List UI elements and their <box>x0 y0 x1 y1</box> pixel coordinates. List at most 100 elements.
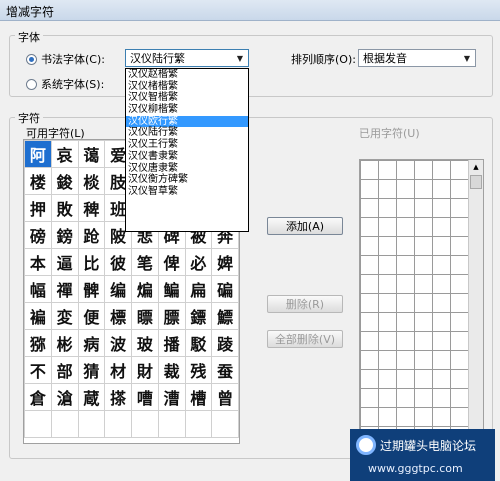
char-cell[interactable]: 蚕 <box>211 356 239 384</box>
used-cell[interactable] <box>360 179 379 199</box>
add-button[interactable]: 添加(A) <box>267 217 343 235</box>
char-cell[interactable]: 倉 <box>24 383 52 411</box>
used-cell[interactable] <box>414 255 433 275</box>
char-cell[interactable]: 猜 <box>77 356 106 384</box>
used-cell[interactable] <box>414 350 433 370</box>
font-option[interactable]: 汉仪赵楷繁 <box>126 69 248 81</box>
font-option[interactable]: 汉仪衡方碑繁 <box>126 174 248 186</box>
used-cell[interactable] <box>360 331 379 351</box>
used-cell[interactable] <box>450 293 469 313</box>
char-cell[interactable]: 膘 <box>157 302 186 330</box>
char-cell[interactable]: 変 <box>50 302 79 330</box>
char-cell[interactable] <box>24 410 52 438</box>
char-cell[interactable]: 玻 <box>131 329 159 357</box>
used-cell[interactable] <box>414 331 433 351</box>
char-cell[interactable]: 蔵 <box>77 383 106 411</box>
char-cell[interactable]: 棪 <box>77 167 106 195</box>
used-cell[interactable] <box>360 255 379 275</box>
used-cell[interactable] <box>396 198 415 218</box>
used-cell[interactable] <box>414 236 433 256</box>
char-cell[interactable]: 彼 <box>104 248 132 276</box>
used-cell[interactable] <box>432 407 451 427</box>
calligraphy-font-combo[interactable]: 汉仪陆行繁 ▼ <box>125 49 249 67</box>
used-cell[interactable] <box>378 312 397 332</box>
used-cell[interactable] <box>432 293 451 313</box>
used-cell[interactable] <box>378 388 397 408</box>
char-cell[interactable]: 髀 <box>77 275 106 303</box>
used-cell[interactable] <box>378 407 397 427</box>
used-cell[interactable] <box>378 274 397 294</box>
char-cell[interactable]: 必 <box>184 248 213 276</box>
used-cell[interactable] <box>414 293 433 313</box>
used-cell[interactable] <box>432 312 451 332</box>
char-cell[interactable]: 碥 <box>211 275 239 303</box>
char-cell[interactable]: 鰾 <box>211 302 239 330</box>
used-cell[interactable] <box>396 274 415 294</box>
char-cell[interactable]: 駁 <box>184 329 213 357</box>
used-cell[interactable] <box>360 236 379 256</box>
calligraphy-font-radio[interactable]: 书法字体(C): <box>26 51 105 67</box>
char-cell[interactable]: 煸 <box>131 275 159 303</box>
used-cell[interactable] <box>360 350 379 370</box>
char-cell[interactable]: 瞟 <box>131 302 159 330</box>
used-cell[interactable] <box>378 179 397 199</box>
used-cell[interactable] <box>450 198 469 218</box>
used-cell[interactable] <box>396 350 415 370</box>
used-cell[interactable] <box>414 179 433 199</box>
char-cell[interactable]: 禪 <box>50 275 79 303</box>
char-cell[interactable]: 逼 <box>50 248 79 276</box>
used-cell[interactable] <box>432 369 451 389</box>
char-cell[interactable] <box>211 410 239 438</box>
used-cell[interactable] <box>378 331 397 351</box>
used-cell[interactable] <box>432 388 451 408</box>
char-cell[interactable]: 猕 <box>24 329 52 357</box>
char-cell[interactable]: 敗 <box>50 194 79 222</box>
used-cell[interactable] <box>432 179 451 199</box>
char-cell[interactable] <box>157 410 186 438</box>
used-cell[interactable] <box>360 407 379 427</box>
char-cell[interactable]: 槽 <box>184 383 213 411</box>
used-cell[interactable] <box>360 293 379 313</box>
char-cell[interactable]: 磅 <box>24 221 52 249</box>
used-cell[interactable] <box>360 369 379 389</box>
used-cell[interactable] <box>396 331 415 351</box>
used-cell[interactable] <box>396 255 415 275</box>
used-cell[interactable] <box>378 236 397 256</box>
used-cell[interactable] <box>450 160 469 180</box>
char-cell[interactable]: 婢 <box>211 248 239 276</box>
char-cell[interactable]: 俾 <box>157 248 186 276</box>
char-cell[interactable]: 財 <box>131 356 159 384</box>
font-option[interactable]: 汉仪柳楷繁 <box>126 104 248 116</box>
used-cell[interactable] <box>360 160 379 180</box>
used-cell[interactable] <box>396 236 415 256</box>
char-cell[interactable] <box>131 410 159 438</box>
used-cell[interactable] <box>378 198 397 218</box>
used-cell[interactable] <box>450 179 469 199</box>
used-cell[interactable] <box>378 369 397 389</box>
char-cell[interactable]: 材 <box>104 356 132 384</box>
used-cell[interactable] <box>450 274 469 294</box>
used-cell[interactable] <box>396 388 415 408</box>
delete-button[interactable]: 删除(R) <box>267 295 343 313</box>
char-cell[interactable]: 波 <box>104 329 132 357</box>
used-cell[interactable] <box>360 312 379 332</box>
char-cell[interactable]: 鎊 <box>50 221 79 249</box>
used-cell[interactable] <box>450 255 469 275</box>
chevron-down-icon[interactable]: ▼ <box>232 50 248 66</box>
used-cell[interactable] <box>378 255 397 275</box>
used-cell[interactable] <box>432 274 451 294</box>
used-cell[interactable] <box>378 350 397 370</box>
used-cell[interactable] <box>396 369 415 389</box>
char-cell[interactable]: 搽 <box>104 383 132 411</box>
used-cell[interactable] <box>378 293 397 313</box>
char-cell[interactable]: 播 <box>157 329 186 357</box>
char-cell[interactable]: 哀 <box>50 140 79 168</box>
char-cell[interactable]: 扁 <box>184 275 213 303</box>
char-cell[interactable] <box>77 410 106 438</box>
used-cell[interactable] <box>450 407 469 427</box>
used-cell[interactable] <box>360 388 379 408</box>
used-cell[interactable] <box>396 217 415 237</box>
char-cell[interactable]: 鳊 <box>157 275 186 303</box>
used-cell[interactable] <box>396 293 415 313</box>
char-cell[interactable]: 漕 <box>157 383 186 411</box>
